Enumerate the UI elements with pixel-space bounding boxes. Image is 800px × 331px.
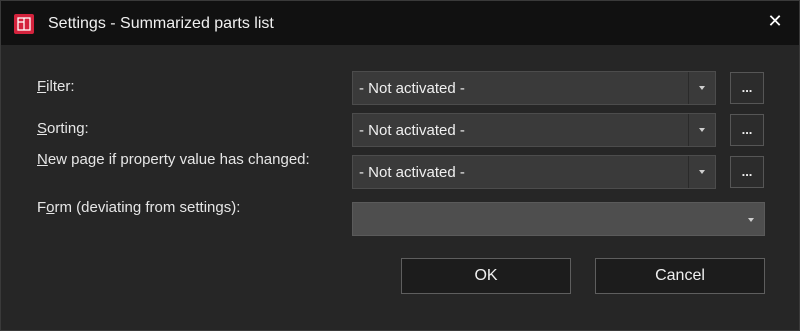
filter-more-button[interactable]: ...: [730, 72, 764, 104]
sorting-select[interactable]: - Not activated -: [352, 113, 716, 147]
chevron-down-icon: [699, 86, 705, 90]
ok-button[interactable]: OK: [401, 258, 571, 294]
filter-select-value: - Not activated -: [359, 80, 465, 97]
new-page-more-button[interactable]: ...: [730, 156, 764, 188]
filter-select[interactable]: - Not activated -: [352, 71, 716, 105]
sorting-more-button[interactable]: ...: [730, 114, 764, 146]
new-page-label: New page if property value has changed:: [37, 151, 310, 168]
settings-dialog: Settings - Summarized parts list ✕ Filte…: [0, 0, 800, 331]
window-title: Settings - Summarized parts list: [48, 15, 274, 32]
filter-label: Filter:: [37, 78, 75, 95]
sorting-dropdown-toggle[interactable]: [688, 114, 715, 146]
cancel-button[interactable]: Cancel: [595, 258, 765, 294]
chevron-down-icon: [699, 128, 705, 132]
new-page-select-value: - Not activated -: [359, 164, 465, 181]
new-page-select[interactable]: - Not activated -: [352, 155, 716, 189]
app-icon: [14, 14, 34, 34]
chevron-down-icon: [699, 170, 705, 174]
filter-dropdown-toggle[interactable]: [688, 72, 715, 104]
sorting-label: Sorting:: [37, 120, 89, 137]
close-icon[interactable]: ✕: [763, 9, 787, 33]
title-bar: Settings - Summarized parts list ✕: [1, 1, 799, 45]
new-page-dropdown-toggle[interactable]: [688, 156, 715, 188]
form-select[interactable]: [352, 202, 765, 236]
sorting-select-value: - Not activated -: [359, 122, 465, 139]
form-label: Form (deviating from settings):: [37, 199, 241, 216]
chevron-down-icon: [748, 218, 754, 222]
